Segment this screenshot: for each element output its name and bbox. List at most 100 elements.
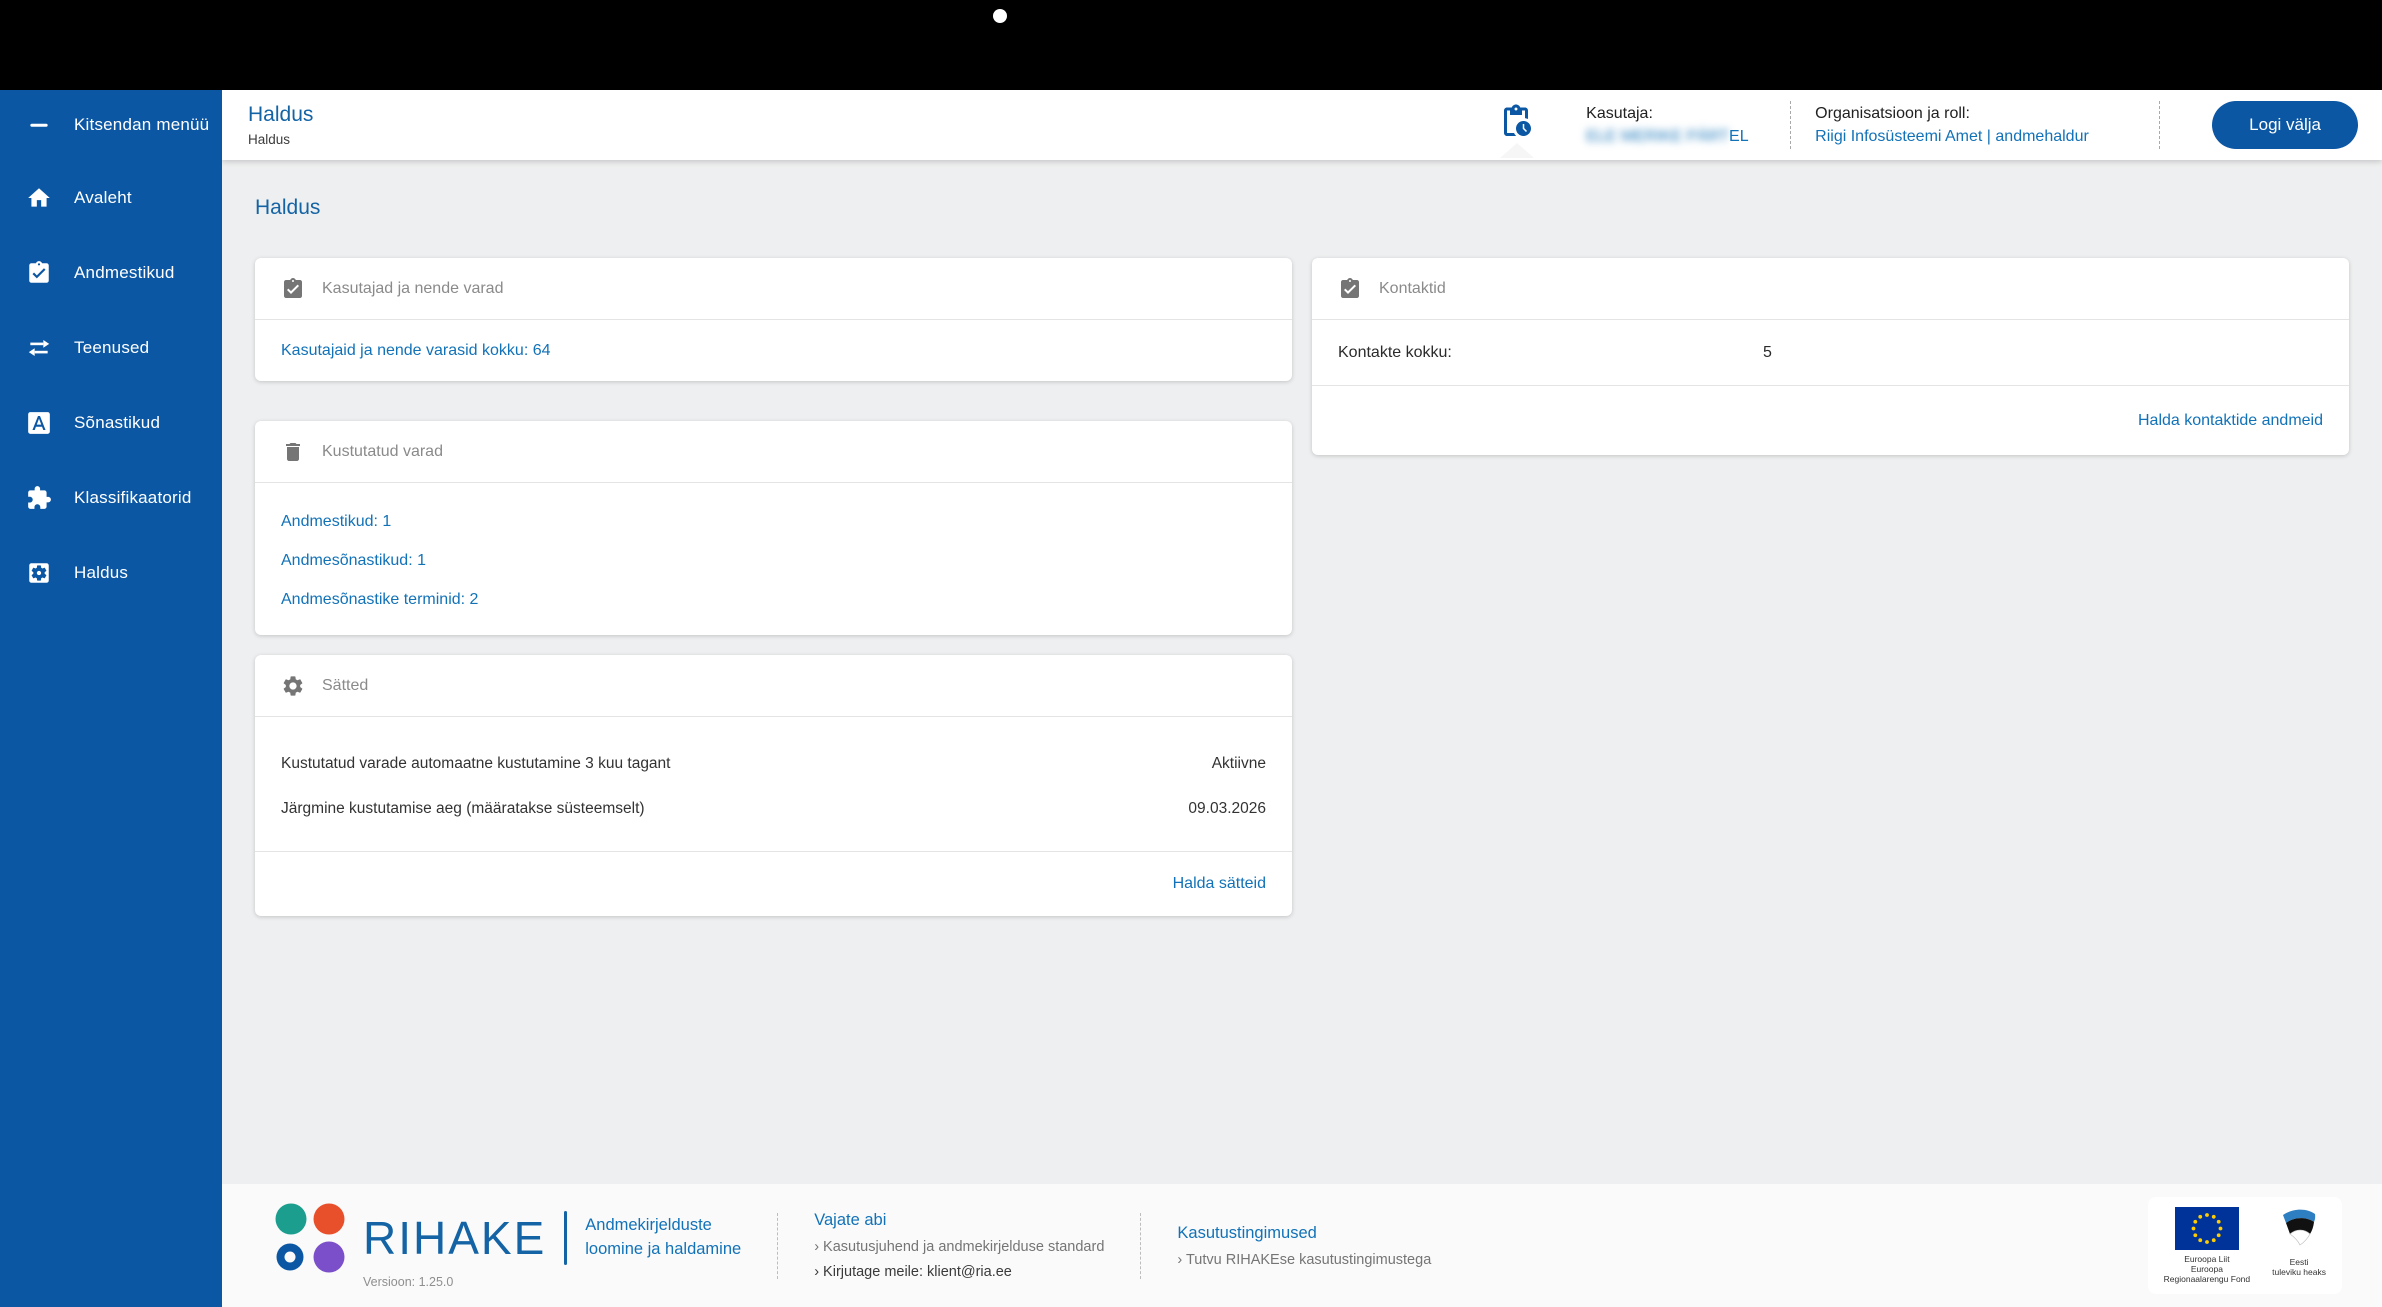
brand-name: RIHAKE: [363, 1211, 546, 1265]
deleted-terms-link[interactable]: Andmesõnastike terminid: 2: [281, 591, 1266, 609]
footer-divider: [1140, 1213, 1141, 1279]
setting-row: Kustutatud varade automaatne kustutamine…: [281, 741, 1266, 786]
breadcrumb: Haldus: [248, 132, 313, 147]
estonia-flag-swoosh-icon: [2275, 1207, 2323, 1253]
users-total-link[interactable]: Kasutajaid ja nende varasid kokku: 64: [281, 342, 551, 360]
org-label: Organisatsioon ja roll:: [1815, 105, 2135, 123]
card-settings: Sätted Kustutatud varade automaatne kust…: [255, 655, 1292, 916]
help-link-email[interactable]: › Kirjutage meile: klient@ria.ee: [814, 1264, 1104, 1280]
sidebar-item-haldus[interactable]: Haldus: [0, 535, 222, 610]
pending-actions-button[interactable]: [1498, 103, 1536, 147]
funding-logos: Euroopa Liit Euroopa Regionaalarengu Fon…: [2148, 1197, 2342, 1295]
card-header: Kustutatud varad: [255, 421, 1292, 483]
sidebar-item-label: Sõnastikud: [74, 413, 160, 433]
sidebar-item-label: Avaleht: [74, 188, 132, 208]
user-info: Kasutaja: ELE MERIKE PÄRTEL: [1586, 105, 1766, 146]
cards-grid: Kasutajad ja nende varad Kasutajaid ja n…: [255, 258, 2349, 916]
left-column: Kasutajad ja nende varad Kasutajaid ja n…: [255, 258, 1292, 916]
card-body: Kontakte kokku: 5: [1312, 320, 2349, 386]
terms-link[interactable]: › Tutvu RIHAKEse kasutustingimustega: [1177, 1252, 1431, 1268]
deleted-datasets-link[interactable]: Andmestikud: 1: [281, 513, 1266, 531]
header: Haldus Haldus Kasutaja: ELE MERIKE PÄRTE…: [222, 90, 2382, 160]
clipboard-check-icon: [26, 260, 52, 286]
brand-row: RIHAKE Andmekirjelduste loomine ja halda…: [275, 1203, 741, 1273]
trash-icon: [281, 440, 305, 464]
card-contacts: Kontaktid Kontakte kokku: 5 Halda kontak…: [1312, 258, 2349, 455]
card-title: Kustutatud varad: [322, 443, 443, 461]
brand-block: RIHAKE Andmekirjelduste loomine ja halda…: [275, 1203, 741, 1289]
sidebar-item-label: Kitsendan menüü: [74, 115, 209, 135]
contacts-total-value: 5: [1763, 344, 1772, 362]
sidebar-item-sonastikud[interactable]: Sõnastikud: [0, 385, 222, 460]
org-info: Organisatsioon ja roll: Riigi Infosüstee…: [1815, 105, 2135, 146]
brand-tagline: Andmekirjelduste loomine ja haldamine: [585, 1214, 741, 1260]
terms-title[interactable]: Kasutustingimused: [1177, 1224, 1431, 1243]
user-name: ELE MERIKE PÄRTEL: [1586, 128, 1766, 146]
main-content: Haldus Kasutajad ja nende varad Kasutaja…: [222, 160, 2382, 1184]
setting-label: Järgmine kustutamise aeg (määratakse süs…: [281, 800, 645, 818]
help-title[interactable]: Vajate abi: [814, 1211, 1104, 1230]
sidebar-item-avaleht[interactable]: Avaleht: [0, 160, 222, 235]
setting-value: 09.03.2026: [1188, 800, 1266, 818]
card-header: Kontaktid: [1312, 258, 2349, 320]
version-label: Versioon: 1.25.0: [363, 1275, 741, 1289]
card-title: Kasutajad ja nende varad: [322, 280, 503, 298]
footer: RIHAKE Andmekirjelduste loomine ja halda…: [222, 1184, 2382, 1307]
card-body: Kasutajaid ja nende varasid kokku: 64: [255, 320, 1292, 381]
sidebar-collapse-toggle[interactable]: Kitsendan menüü: [0, 90, 222, 160]
eu-logo-caption: Euroopa Liit Euroopa Regionaalarengu Fon…: [2164, 1254, 2250, 1285]
manage-settings-link[interactable]: Halda sätteid: [1173, 875, 1266, 893]
card-footer: Halda kontaktide andmeid: [1312, 386, 2349, 455]
eu-flag-icon: [2175, 1207, 2239, 1250]
logout-button[interactable]: Logi välja: [2212, 101, 2358, 149]
screen-dot: [993, 9, 1007, 23]
brand-divider: [564, 1211, 567, 1265]
rihake-logo-icon: [275, 1203, 345, 1273]
home-icon: [26, 185, 52, 211]
sidebar-item-label: Teenused: [74, 338, 149, 358]
sidebar-item-klassifikaatorid[interactable]: Klassifikaatorid: [0, 460, 222, 535]
setting-value: Aktiivne: [1212, 755, 1266, 773]
card-header: Kasutajad ja nende varad: [255, 258, 1292, 320]
top-black-bar: [0, 0, 2382, 90]
popover-arrow: [1500, 143, 1534, 158]
sidebar-item-label: Andmestikud: [74, 263, 174, 283]
card-users-and-assets: Kasutajad ja nende varad Kasutajaid ja n…: [255, 258, 1292, 381]
card-header: Sätted: [255, 655, 1292, 717]
terms-block: Kasutustingimused › Tutvu RIHAKEse kasut…: [1177, 1224, 1431, 1268]
gear-icon: [281, 674, 305, 698]
header-divider: [1790, 101, 1791, 149]
clipboard-clock-icon: [1498, 103, 1534, 139]
sidebar: Kitsendan menüü Avaleht Andmestikud Teen…: [0, 90, 222, 1307]
eu-logo-block: Euroopa Liit Euroopa Regionaalarengu Fon…: [2164, 1207, 2250, 1285]
setting-row: Järgmine kustutamise aeg (määratakse süs…: [281, 786, 1266, 831]
estonia-logo-caption: Eesti tuleviku heaks: [2272, 1257, 2326, 1277]
card-footer: Halda sätteid: [255, 852, 1292, 916]
card-title: Sätted: [322, 677, 368, 695]
contacts-total-label: Kontakte kokku:: [1338, 344, 1763, 362]
header-title-block: Haldus Haldus: [248, 103, 313, 147]
card-title: Kontaktid: [1379, 280, 1446, 298]
help-block: Vajate abi › Kasutusjuhend ja andmekirje…: [814, 1211, 1104, 1280]
sidebar-item-label: Klassifikaatorid: [74, 488, 192, 508]
card-deleted-assets: Kustutatud varad Andmestikud: 1 Andmesõn…: [255, 421, 1292, 635]
clipboard-check-icon: [281, 277, 305, 301]
manage-contacts-link[interactable]: Halda kontaktide andmeid: [2138, 412, 2323, 430]
gear-box-icon: [26, 560, 52, 586]
deleted-dictionaries-link[interactable]: Andmesõnastikud: 1: [281, 552, 1266, 570]
card-body: Kustutatud varade automaatne kustutamine…: [255, 717, 1292, 852]
footer-divider: [777, 1213, 778, 1279]
user-label: Kasutaja:: [1586, 105, 1766, 123]
sidebar-item-andmestikud[interactable]: Andmestikud: [0, 235, 222, 310]
org-value: Riigi Infosüsteemi Amet | andmehaldur: [1815, 128, 2135, 146]
sidebar-item-teenused[interactable]: Teenused: [0, 310, 222, 385]
help-link-manual[interactable]: › Kasutusjuhend ja andmekirjelduse stand…: [814, 1239, 1104, 1255]
header-divider: [2159, 101, 2160, 149]
page-title: Haldus: [248, 103, 313, 127]
card-body: Andmestikud: 1 Andmesõnastikud: 1 Andmes…: [255, 483, 1292, 635]
content-heading: Haldus: [255, 196, 2382, 220]
sidebar-item-label: Haldus: [74, 563, 128, 583]
setting-label: Kustutatud varade automaatne kustutamine…: [281, 755, 670, 773]
right-column: Kontaktid Kontakte kokku: 5 Halda kontak…: [1312, 258, 2349, 455]
clipboard-check-icon: [1338, 277, 1362, 301]
